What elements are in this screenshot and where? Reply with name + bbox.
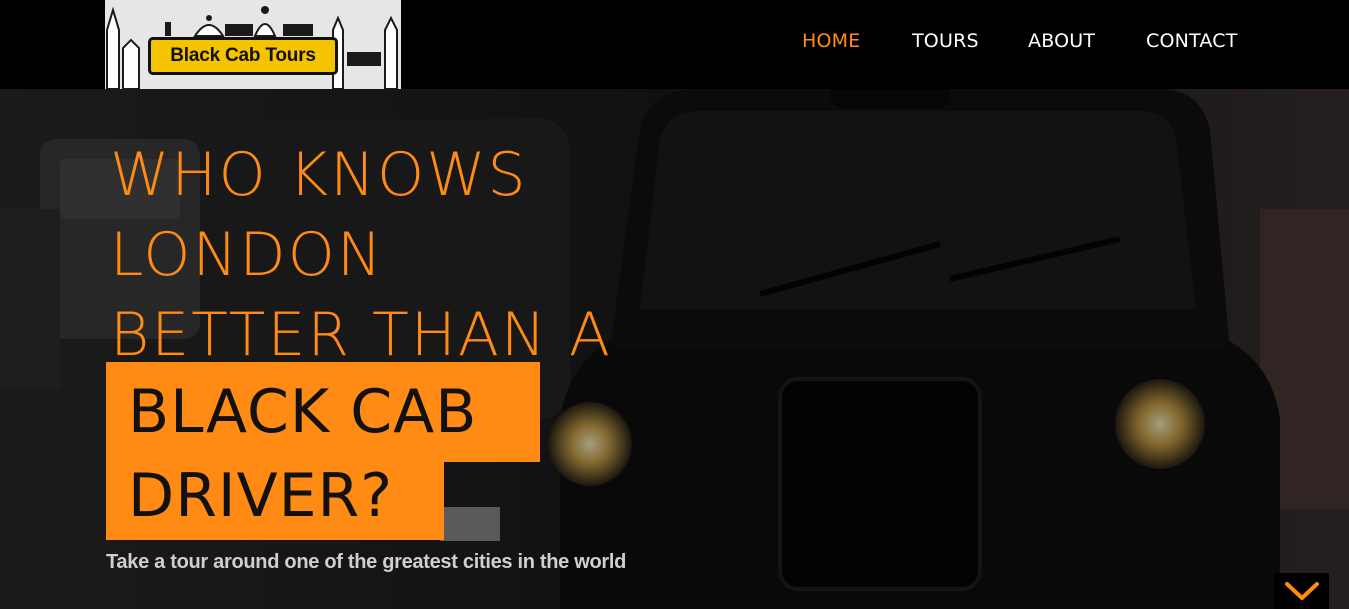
nav-item-about[interactable]: ABOUT (1028, 30, 1095, 52)
hero-section: WHO KNOWS LONDON BETTER THAN A BLACK CAB… (0, 89, 1349, 609)
site-header: Black Cab Tours HOME TOURS ABOUT CONTACT (0, 0, 1349, 89)
logo[interactable]: Black Cab Tours (105, 0, 401, 89)
hero-headline-line-1: WHO KNOWS (110, 140, 528, 210)
logo-plate: Black Cab Tours (148, 37, 338, 75)
chevron-down-icon (1284, 582, 1319, 600)
hero-highlight-line-2: DRIVER? (106, 462, 444, 540)
scroll-down-button[interactable] (1274, 573, 1329, 609)
nav-item-home[interactable]: HOME (802, 30, 860, 52)
nav-item-contact[interactable]: CONTACT (1146, 30, 1238, 52)
hero-tagline: Take a tour around one of the greatest c… (106, 551, 627, 573)
hero-headline-line-3: BETTER THAN A (110, 300, 612, 370)
hero-headline-line-2: LONDON (110, 220, 384, 290)
nav-item-tours[interactable]: TOURS (912, 30, 979, 52)
logo-text: Black Cab Tours (170, 45, 316, 66)
hero-highlight-line-1: BLACK CAB (106, 362, 540, 462)
